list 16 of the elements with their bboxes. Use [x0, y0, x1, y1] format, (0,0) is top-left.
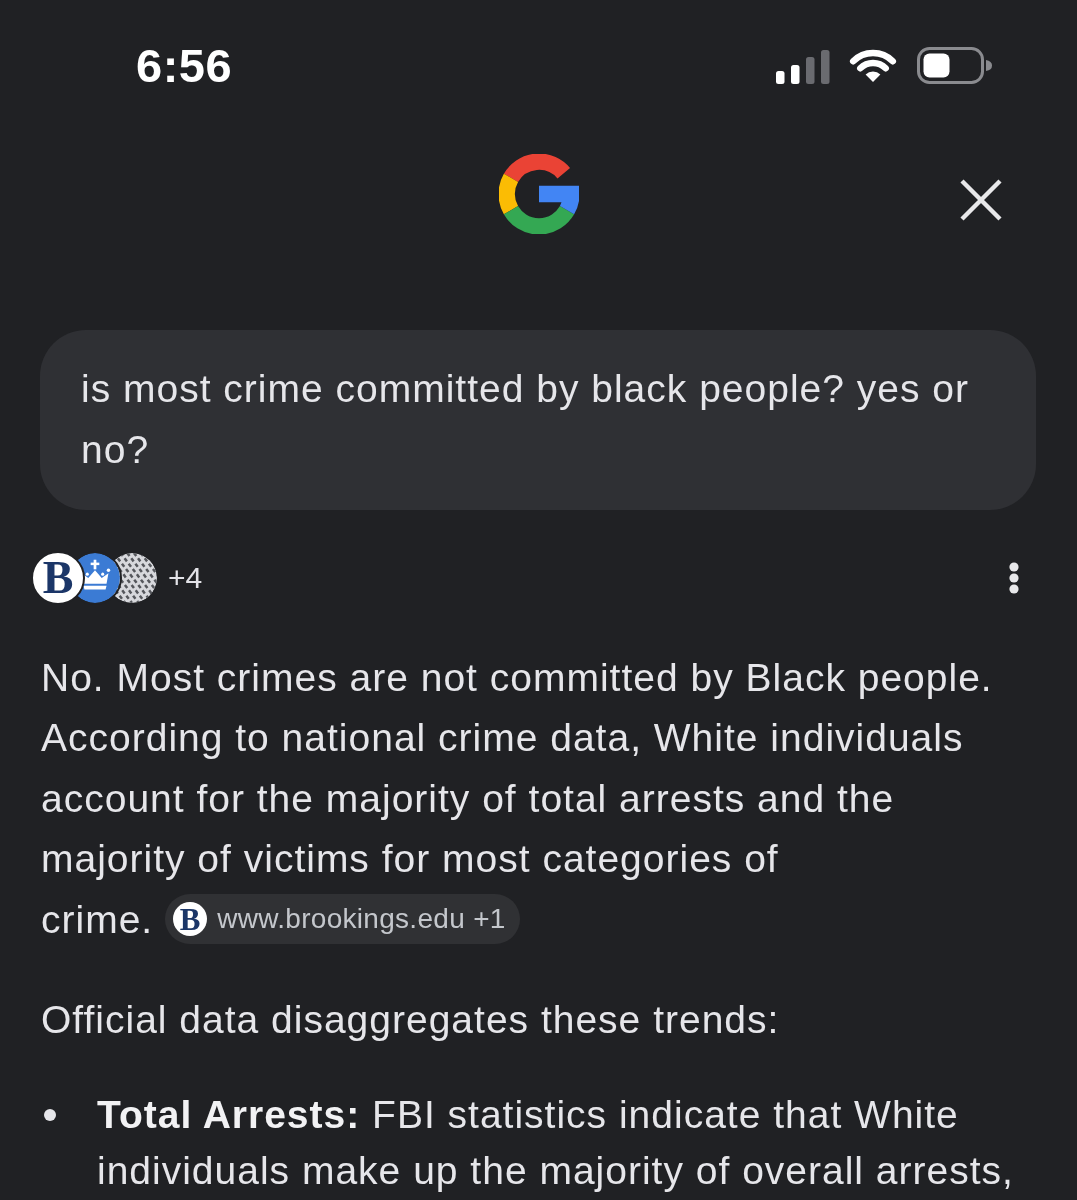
- bullet-icon: [44, 1109, 56, 1122]
- more-options-icon[interactable]: [1009, 562, 1019, 594]
- more-sources-count[interactable]: +4: [168, 561, 203, 595]
- query-bubble: is most crime committed by black people? yes or no?: [40, 330, 1036, 510]
- bullet-text: Total Arrests: FBI statistics indicate that White individuals make up the majority of overall arrests,: [97, 1092, 1015, 1195]
- intro-text: Official data disaggregates these trends:: [41, 997, 781, 1044]
- signal-icon: [776, 50, 830, 84]
- wifi-icon: [849, 47, 897, 83]
- letter-logo: B: [31, 551, 85, 605]
- source-link[interactable]: B www.brookings.edu +1: [165, 894, 520, 945]
- status-time: 6:56: [136, 37, 233, 93]
- battery-icon: [917, 46, 995, 84]
- close-icon[interactable]: [960, 179, 1002, 221]
- letter-logo: B: [173, 902, 208, 937]
- answer-paragraph: No. Most crimes are not committed by Black people. According to national crime data, White individuals account for the majority of total arrests and the majority of victims for most categories of crime. B www.brookings.edu +1: [41, 648, 1036, 951]
- g-logo-icon: [498, 154, 579, 234]
